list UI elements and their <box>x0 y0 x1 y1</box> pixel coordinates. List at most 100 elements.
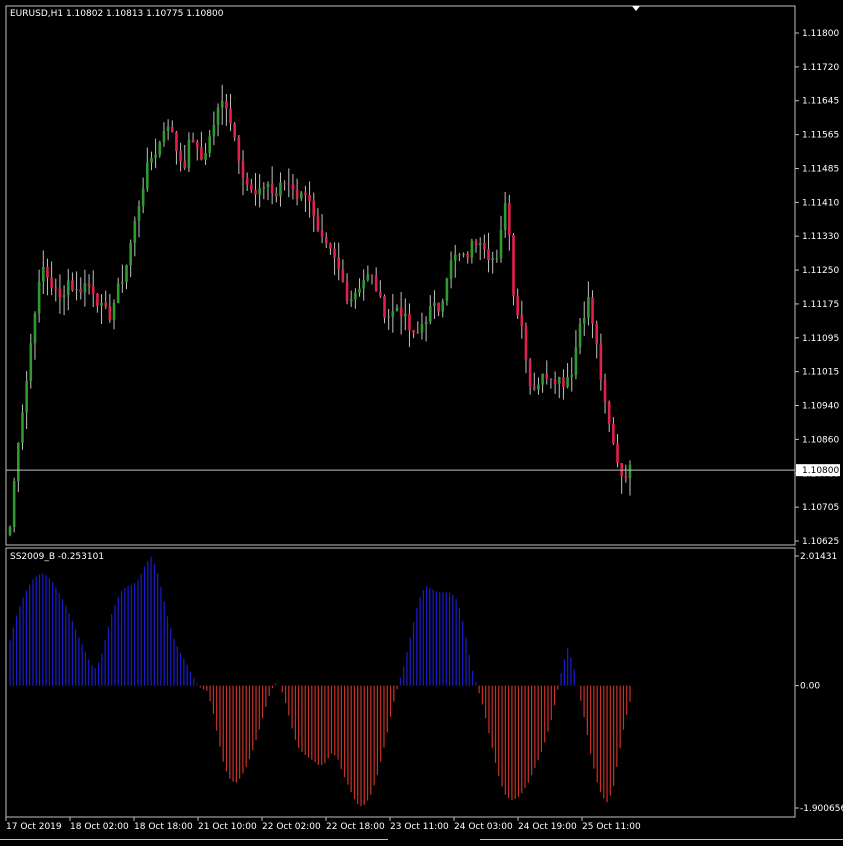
candle-body <box>187 139 191 168</box>
time-axis-label: 22 Oct 18:00 <box>326 822 385 832</box>
candle-body <box>75 289 78 291</box>
candle-body <box>404 313 407 317</box>
candle-body <box>487 249 490 261</box>
candle-body <box>570 375 574 378</box>
candle-body <box>104 302 108 307</box>
candle-body <box>441 300 445 312</box>
candle-body <box>266 183 270 188</box>
candle-body <box>462 253 465 255</box>
candle-body <box>262 187 266 189</box>
candle-body <box>245 177 249 185</box>
candle-body <box>445 278 449 301</box>
candle-body <box>170 126 174 133</box>
candle-body <box>41 266 45 282</box>
price-axis-label: 1.11800 <box>802 29 839 39</box>
candle-body <box>33 313 37 344</box>
candle-body <box>21 412 24 443</box>
candle-body <box>250 184 253 190</box>
candle-body <box>291 183 295 190</box>
candle-body <box>383 296 386 318</box>
candle-body <box>333 248 336 258</box>
candle-body <box>366 274 370 280</box>
candle-body <box>549 378 553 380</box>
candle-body <box>141 188 145 206</box>
candle-body <box>204 152 207 160</box>
candle-body <box>603 379 607 403</box>
candle-body <box>112 302 116 320</box>
candle-body <box>387 316 390 318</box>
candle-body <box>254 189 257 195</box>
price-panel-frame <box>5 5 796 546</box>
candle-body <box>275 193 278 197</box>
candle-body <box>29 343 33 381</box>
time-axis-label: 17 Oct 2019 <box>6 822 62 832</box>
candle-body <box>532 386 536 390</box>
candle-body <box>391 311 395 317</box>
candle-body <box>345 281 349 302</box>
candle-body <box>557 377 561 384</box>
candle-body <box>237 137 241 161</box>
candle-body <box>179 151 182 162</box>
candle-body <box>495 258 499 260</box>
chart-canvas[interactable]: 1.11800 1.11720 1.11645 1.11565 1.11485 1.114… <box>0 0 843 842</box>
candlestick-series <box>8 84 632 537</box>
price-axis-label: 1.11330 <box>802 232 839 242</box>
candle-body <box>503 203 507 231</box>
time-axis-label: 21 Oct 10:00 <box>198 822 257 832</box>
candle-body <box>312 200 316 217</box>
current-price-label: 1.10800 <box>802 466 839 476</box>
candle-body <box>150 157 153 163</box>
oscillator-axis-label: 2.01431 <box>800 552 837 562</box>
candle-body <box>624 476 628 479</box>
candle-body <box>125 265 128 283</box>
candle-body <box>121 282 124 284</box>
candle-body <box>370 274 374 276</box>
price-axis-label: 1.11410 <box>802 198 839 208</box>
candle-body <box>129 242 132 266</box>
candle-body <box>8 526 12 536</box>
candle-body <box>528 359 532 387</box>
price-axis-label: 1.10705 <box>802 503 839 513</box>
oscillator-axis-label: 0.00 <box>800 682 820 692</box>
candle-body <box>208 136 212 153</box>
candle-body <box>587 297 590 318</box>
candle-body <box>308 195 311 201</box>
candle-body <box>349 299 353 302</box>
candle-body <box>229 108 232 124</box>
candle-body <box>428 306 432 322</box>
oscillator-axis-label: -1.900656 <box>800 804 843 814</box>
candle-body <box>478 242 482 246</box>
mt4-chart-window[interactable]: 1.11800 1.11720 1.11645 1.11565 1.11485 1.114… <box>0 0 843 842</box>
candle-body <box>96 293 99 306</box>
candle-body <box>195 142 199 148</box>
price-axis-label: 1.11095 <box>802 334 839 344</box>
candle-body <box>616 443 619 464</box>
candle-body <box>108 306 112 320</box>
candle-body <box>420 324 424 333</box>
candle-body <box>216 107 220 125</box>
candle-body <box>100 302 103 306</box>
candle-body <box>71 280 74 291</box>
candle-body <box>299 192 303 199</box>
candle-body <box>316 216 320 231</box>
candle-body <box>541 373 544 385</box>
time-axis-label: 24 Oct 19:00 <box>518 822 577 832</box>
candle-body <box>524 326 528 360</box>
candle-body <box>508 203 511 235</box>
candle-body <box>491 258 494 261</box>
candle-body <box>449 260 453 279</box>
candle-body <box>212 124 216 137</box>
price-axis-label: 1.10625 <box>802 537 839 547</box>
candle-body <box>545 373 549 379</box>
candle-body <box>258 188 261 195</box>
candle-body <box>233 123 236 138</box>
oscillator-axis: 2.01431 0.00 -1.900656 <box>795 552 843 814</box>
candle-body <box>54 287 58 289</box>
candle-body <box>395 307 399 312</box>
candle-body <box>225 100 228 109</box>
oscillator-histogram <box>9 556 631 807</box>
candle-body <box>17 442 20 482</box>
candle-body <box>162 131 166 143</box>
candle-body <box>591 297 594 324</box>
candle-body <box>137 205 141 221</box>
